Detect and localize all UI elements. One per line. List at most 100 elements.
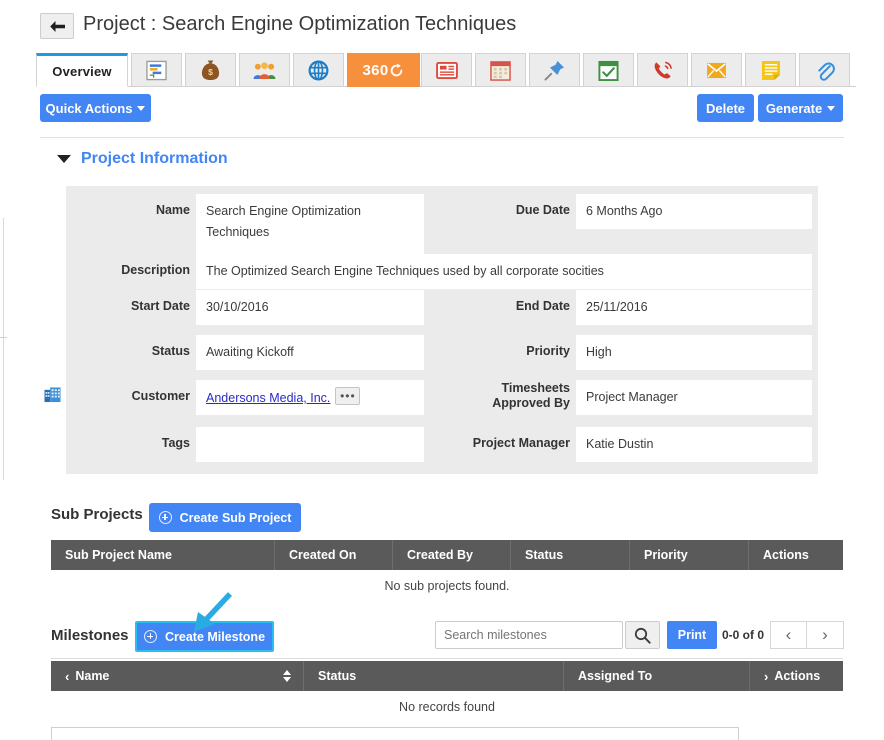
left-edge-rule-tick [0, 337, 7, 338]
scroll-left-icon[interactable]: ‹ [65, 669, 69, 684]
note-icon [761, 60, 780, 80]
field-timesheets-label: Timesheets Approved By [440, 372, 570, 411]
people-group-icon [253, 61, 276, 79]
field-timesheets-label-line1: Timesheets [501, 381, 570, 395]
section-title: Project Information [81, 150, 228, 167]
col-milestone-status[interactable]: Status [304, 661, 564, 691]
tab-calendar[interactable] [475, 53, 526, 87]
project-information-panel: Name Search Engine Optimization Techniqu… [44, 186, 818, 474]
milestones-search-input[interactable] [435, 621, 623, 649]
col-created-on[interactable]: Created On [275, 540, 393, 570]
tab-bar: Overview $ 360 [0, 53, 884, 87]
col-milestone-assigned-to[interactable]: Assigned To [564, 661, 750, 691]
field-timesheets-approved-by: Timesheets Approved By Project Manager [440, 372, 818, 415]
col-priority[interactable]: Priority [630, 540, 749, 570]
field-timesheets-value[interactable]: Project Manager [576, 380, 812, 415]
tab-budget[interactable]: $ [185, 53, 236, 87]
field-project-manager-value[interactable]: Katie Dustin [576, 427, 812, 462]
create-sub-project-button[interactable]: Create Sub Project [149, 503, 301, 532]
milestones-pagination-count: 0-0 of 0 [722, 628, 765, 642]
toolbar-divider [40, 137, 844, 138]
quick-actions-button[interactable]: Quick Actions [40, 94, 151, 122]
milestones-divider [51, 658, 843, 659]
delete-button[interactable]: Delete [697, 94, 754, 122]
phone-call-icon [654, 61, 672, 78]
page-header: Project : Search Engine Optimization Tec… [0, 0, 884, 46]
tab-gantt[interactable] [131, 53, 182, 87]
field-status: Status Awaiting Kickoff [66, 335, 426, 370]
col-milestone-name[interactable]: ‹ Name [51, 661, 304, 691]
field-project-manager-label: Project Manager [472, 436, 570, 450]
field-customer: Customer Andersons Media, Inc. ••• [44, 380, 426, 415]
milestones-table: ‹ Name Status Assigned To › Actions No r… [51, 661, 843, 723]
tab-overview-label: Overview [52, 63, 112, 79]
field-status-value[interactable]: Awaiting Kickoff [196, 335, 424, 370]
generate-label: Generate [765, 100, 823, 116]
field-tags-value[interactable] [196, 427, 424, 462]
field-name-label: Name [155, 203, 190, 217]
print-button[interactable]: Print [667, 621, 717, 649]
back-button[interactable] [40, 13, 74, 39]
tab-calls[interactable] [637, 53, 688, 87]
customer-link[interactable]: Andersons Media, Inc. [206, 391, 330, 405]
tab-360-label: 360 [362, 61, 389, 79]
field-description: Description The Optimized Search Engine … [66, 254, 818, 289]
field-priority-value[interactable]: High [576, 335, 812, 370]
tab-news[interactable] [421, 53, 472, 87]
tab-overview[interactable]: Overview [36, 53, 128, 87]
field-name-value[interactable]: Search Engine Optimization Techniques [196, 194, 424, 256]
milestones-title: Milestones [51, 627, 129, 644]
tab-pinned[interactable] [529, 53, 580, 87]
money-bag-icon: $ [201, 60, 220, 81]
tab-team[interactable] [239, 53, 290, 87]
milestones-search-button[interactable] [625, 621, 660, 649]
col-created-by[interactable]: Created By [393, 540, 511, 570]
tab-emails[interactable] [691, 53, 742, 87]
field-end-date-label: End Date [515, 299, 570, 313]
field-due-date: Due Date 6 Months Ago [440, 194, 818, 229]
milestones-prev-page-button[interactable]: ‹ [770, 621, 807, 649]
delete-label: Delete [705, 100, 746, 116]
col-milestone-actions[interactable]: › Actions [750, 661, 843, 691]
annotation-arrow-icon [194, 592, 233, 632]
tab-global[interactable] [293, 53, 344, 87]
field-priority: Priority High [440, 335, 818, 370]
plus-circle-icon [158, 511, 172, 524]
field-end-date-value[interactable]: 25/11/2016 [576, 290, 812, 325]
svg-text:$: $ [208, 67, 213, 77]
col-sub-project-name[interactable]: Sub Project Name [51, 540, 275, 570]
field-status-label: Status [151, 344, 190, 358]
print-label: Print [677, 628, 707, 642]
tab-360[interactable]: 360 [347, 53, 420, 87]
tab-approved[interactable] [583, 53, 634, 87]
bottom-empty-box [51, 727, 739, 740]
pushpin-icon [544, 61, 564, 81]
col-actions[interactable]: Actions [749, 540, 843, 570]
customer-more-button[interactable]: ••• [335, 387, 361, 405]
sub-projects-title: Sub Projects [51, 506, 143, 523]
project-information-header[interactable]: Project Information [57, 150, 228, 168]
milestones-next-page-button[interactable]: › [807, 621, 844, 649]
generate-button[interactable]: Generate [758, 94, 843, 122]
field-start-date-value[interactable]: 30/10/2016 [196, 290, 424, 325]
paperclip-icon [817, 61, 835, 81]
quick-actions-label: Quick Actions [45, 100, 133, 116]
tab-attachments[interactable] [799, 53, 850, 87]
field-description-label: Description [121, 263, 190, 277]
news-list-icon [435, 61, 458, 79]
magnifier-icon [634, 627, 651, 644]
field-end-date: End Date 25/11/2016 [440, 290, 818, 325]
left-edge-rule [3, 218, 4, 480]
field-project-manager: Project Manager Katie Dustin [440, 427, 818, 462]
field-description-value[interactable]: The Optimized Search Engine Techniques u… [196, 254, 812, 289]
tab-notes[interactable] [745, 53, 796, 87]
calendar-icon [490, 60, 511, 81]
sort-indicator-icon[interactable] [283, 670, 291, 682]
project-overview-page: Project : Search Engine Optimization Tec… [0, 0, 884, 740]
building-icon [44, 387, 61, 407]
scroll-right-icon[interactable]: › [764, 669, 768, 684]
field-tags: Tags [66, 427, 426, 462]
field-due-date-value[interactable]: 6 Months Ago [576, 194, 812, 229]
field-start-date: Start Date 30/10/2016 [66, 290, 426, 325]
col-status[interactable]: Status [511, 540, 630, 570]
